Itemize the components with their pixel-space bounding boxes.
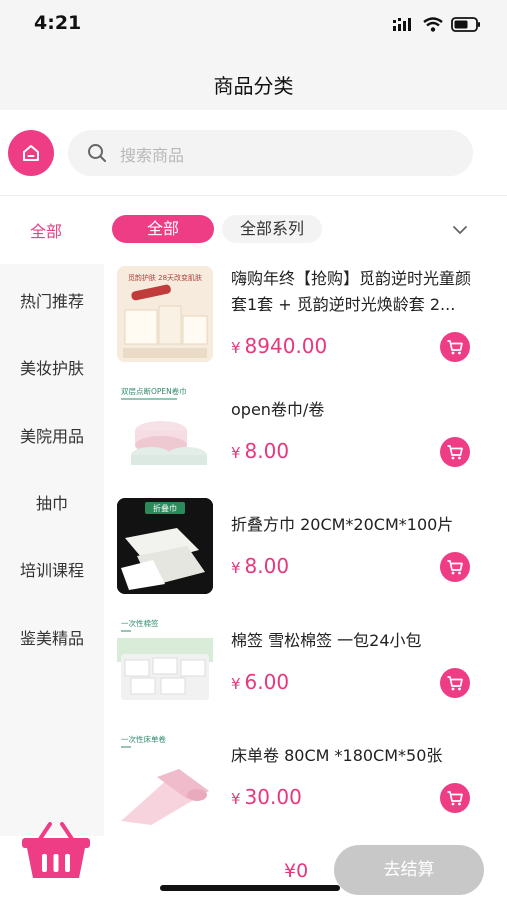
add-to-cart-button[interactable] — [440, 668, 470, 698]
product-item[interactable]: 觅韵护肤 28天改变肌肤 嗨购年终【抢购】觅韵逆时光童颜套1套 + 觅韵逆时光焕… — [104, 266, 507, 381]
add-to-cart-button[interactable] — [440, 437, 470, 467]
cart-icon — [447, 560, 463, 575]
search-row: 搜索商品 — [0, 110, 507, 196]
add-to-cart-button[interactable] — [440, 332, 470, 362]
sidebar-item-premium[interactable]: 鉴美精品 — [0, 625, 104, 649]
thumb-label: 觅韵护肤 28天改变肌肤 — [128, 273, 202, 282]
product-image: 折叠巾 — [117, 498, 213, 594]
sidebar-item-beauty[interactable]: 美妆护肤 — [0, 355, 104, 379]
product-name: open卷巾/卷 — [231, 400, 325, 419]
product-item[interactable]: 一次性床单卷 床单卷 80CM *180CM*50张 ¥30.00 — [104, 729, 507, 844]
product-item[interactable]: 折叠巾 折叠方巾 20CM*20CM*100片 ¥8.00 — [104, 498, 507, 613]
chevron-down-icon[interactable] — [452, 224, 468, 236]
signal-icon — [393, 18, 411, 31]
cart-icon — [447, 340, 463, 355]
search-input[interactable]: 搜索商品 — [68, 130, 473, 176]
product-image: 一次性棉签 — [117, 614, 213, 710]
thumb-label: 一次性棉签 — [121, 618, 159, 628]
cart-icon — [447, 791, 463, 806]
thumb-label: 折叠巾 — [153, 503, 177, 513]
category-sidebar: 热门推荐 美妆护肤 美院用品 抽巾 培训课程 鉴美精品 — [0, 264, 104, 836]
status-bar: 4:21 — [0, 0, 507, 50]
product-price: ¥6.00 — [231, 670, 290, 694]
battery-icon — [451, 16, 480, 32]
product-item[interactable]: 双层点断OPEN卷巾 open卷巾/卷 ¥8.00 — [104, 381, 507, 496]
product-image: 觅韵护肤 28天改变肌肤 — [117, 266, 213, 362]
product-price: ¥8.00 — [231, 439, 290, 463]
wifi-icon — [423, 16, 443, 32]
home-indicator — [160, 885, 340, 891]
sidebar-item-tissue[interactable]: 抽巾 — [0, 490, 104, 514]
product-price: ¥30.00 — [231, 785, 302, 809]
search-icon — [88, 144, 106, 162]
search-placeholder: 搜索商品 — [120, 146, 185, 165]
filter-chip-series[interactable]: 全部系列 — [222, 215, 322, 243]
home-button[interactable] — [8, 130, 54, 176]
home-icon — [23, 145, 39, 161]
cart-icon — [447, 445, 463, 460]
thumb-label: 双层点断OPEN卷巾 — [121, 386, 187, 396]
sidebar-item-training[interactable]: 培训课程 — [0, 557, 104, 581]
page-title: 商品分类 — [213, 74, 294, 98]
category-all[interactable]: 全部 — [0, 218, 92, 242]
nav-bar: 商品分类 — [0, 50, 507, 110]
thumb-label: 一次性床单卷 — [121, 734, 166, 744]
product-name: 嗨购年终【抢购】觅韵逆时光童颜套1套 + 觅韵逆时光焕龄套 2... — [231, 269, 472, 314]
product-price: ¥8.00 — [231, 554, 290, 578]
product-item[interactable]: 一次性棉签 棉签 雪松棉签 一包24小包 ¥6.00 — [104, 614, 507, 729]
product-image: 双层点断OPEN卷巾 — [117, 381, 213, 477]
add-to-cart-button[interactable] — [440, 552, 470, 582]
product-name: 棉签 雪松棉签 一包24小包 — [231, 631, 422, 650]
cart-icon — [447, 676, 463, 691]
sidebar-item-salon-supplies[interactable]: 美院用品 — [0, 423, 104, 447]
filter-row: 全部 全部 全部系列 — [0, 196, 507, 264]
cart-total: ¥0 — [284, 860, 309, 882]
product-name: 折叠方巾 20CM*20CM*100片 — [231, 515, 454, 534]
product-price: ¥8940.00 — [231, 334, 328, 358]
status-time: 4:21 — [34, 12, 82, 34]
product-name: 床单卷 80CM *180CM*50张 — [231, 746, 443, 765]
sidebar-item-hot[interactable]: 热门推荐 — [0, 288, 104, 312]
status-icons — [393, 14, 481, 34]
basket-icon[interactable] — [20, 820, 92, 882]
checkout-button[interactable]: 去结算 — [334, 845, 484, 895]
filter-chip-all[interactable]: 全部 — [112, 215, 214, 243]
add-to-cart-button[interactable] — [440, 783, 470, 813]
product-image: 一次性床单卷 — [117, 729, 213, 825]
